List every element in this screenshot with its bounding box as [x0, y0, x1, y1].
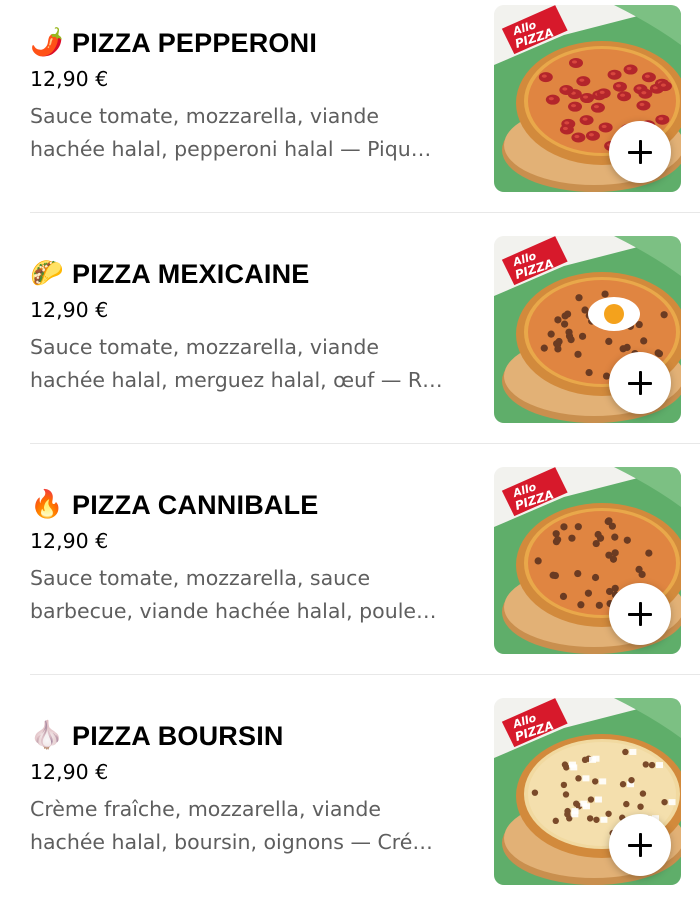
item-description: Sauce tomate, mozzarella, viande hachée …: [30, 100, 475, 166]
add-to-cart-button[interactable]: [609, 121, 671, 183]
item-title-row: 🔥 PIZZA CANNIBALE: [30, 487, 475, 523]
item-price: 12,90 €: [30, 529, 109, 553]
item-description-line: Sauce tomate, mozzarella, sauce: [30, 566, 371, 590]
item-name: PIZZA MEXICAINE: [72, 258, 310, 289]
item-info: 🧄 PIZZA BOURSIN 12,90 € Crème fraîche, m…: [30, 718, 475, 859]
item-description-line: barbecue, viande hachée halal, poule…: [30, 599, 437, 623]
divider: [30, 212, 700, 213]
menu-item-pizza-boursin[interactable]: 🧄 PIZZA BOURSIN 12,90 € Crème fraîche, m…: [0, 693, 700, 924]
taco-icon: 🌮: [30, 258, 64, 289]
item-description-line: hachée halal, merguez halal, œuf — R…: [30, 368, 443, 392]
item-description: Sauce tomate, mozzarella, sauce barbecue…: [30, 562, 475, 628]
plus-icon: [628, 371, 652, 395]
divider: [30, 674, 700, 675]
item-title-row: 🌶️ PIZZA PEPPERONI: [30, 25, 475, 61]
plus-icon: [628, 833, 652, 857]
item-description-line: hachée halal, boursin, oignons — Cré…: [30, 830, 433, 854]
item-description-line: Crème fraîche, mozzarella, viande: [30, 797, 381, 821]
item-name: PIZZA CANNIBALE: [72, 489, 319, 520]
chili-pepper-icon: 🌶️: [30, 27, 64, 58]
plus-icon: [628, 602, 652, 626]
plus-icon: [628, 140, 652, 164]
menu-item-pizza-pepperoni[interactable]: 🌶️ PIZZA PEPPERONI 12,90 € Sauce tomate,…: [0, 0, 700, 231]
item-price: 12,90 €: [30, 298, 109, 322]
fire-icon: 🔥: [30, 489, 64, 520]
item-title-row: 🧄 PIZZA BOURSIN: [30, 718, 475, 754]
item-description-line: Sauce tomate, mozzarella, viande: [30, 335, 379, 359]
divider: [30, 443, 700, 444]
menu-item-pizza-mexicaine[interactable]: 🌮 PIZZA MEXICAINE 12,90 € Sauce tomate, …: [0, 231, 700, 462]
item-name: PIZZA PEPPERONI: [72, 27, 318, 58]
item-price: 12,90 €: [30, 67, 109, 91]
add-to-cart-button[interactable]: [609, 814, 671, 876]
item-description: Crème fraîche, mozzarella, viande hachée…: [30, 793, 475, 859]
item-info: 🔥 PIZZA CANNIBALE 12,90 € Sauce tomate, …: [30, 487, 475, 628]
add-to-cart-button[interactable]: [609, 352, 671, 414]
item-description-line: hachée halal, pepperoni halal — Piqu…: [30, 137, 432, 161]
item-description: Sauce tomate, mozzarella, viande hachée …: [30, 331, 475, 397]
item-description-line: Sauce tomate, mozzarella, viande: [30, 104, 379, 128]
item-info: 🌶️ PIZZA PEPPERONI 12,90 € Sauce tomate,…: [30, 25, 475, 166]
item-name: PIZZA BOURSIN: [72, 720, 284, 751]
item-title-row: 🌮 PIZZA MEXICAINE: [30, 256, 475, 292]
item-price: 12,90 €: [30, 760, 109, 784]
garlic-icon: 🧄: [30, 720, 64, 751]
item-info: 🌮 PIZZA MEXICAINE 12,90 € Sauce tomate, …: [30, 256, 475, 397]
menu-item-pizza-cannibale[interactable]: 🔥 PIZZA CANNIBALE 12,90 € Sauce tomate, …: [0, 462, 700, 693]
menu-list: 🌶️ PIZZA PEPPERONI 12,90 € Sauce tomate,…: [0, 0, 700, 900]
add-to-cart-button[interactable]: [609, 583, 671, 645]
